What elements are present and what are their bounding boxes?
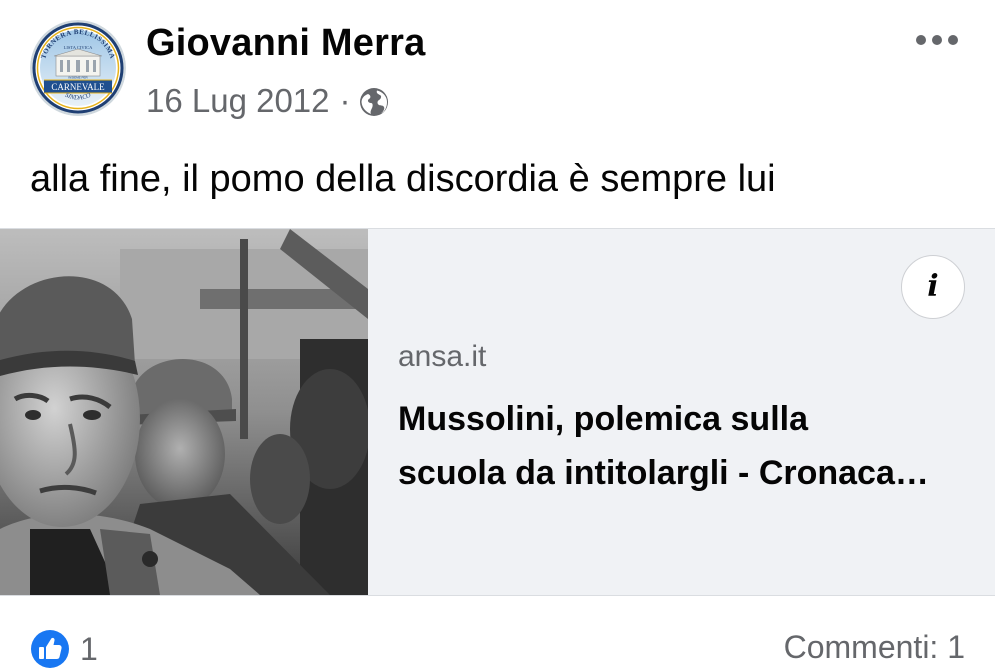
- post-text: alla fine, il pomo della discordia è sem…: [30, 158, 776, 200]
- link-domain: ansa.it: [398, 340, 487, 373]
- link-title: Mussolini, polemica sulla scuola da inti…: [398, 392, 968, 500]
- reactions-summary[interactable]: 1: [30, 627, 98, 670]
- link-title-line: scuola da intitolargli - Cronaca…: [398, 454, 929, 492]
- info-icon: i: [927, 269, 939, 304]
- post-meta: 16 Lug 2012 ·: [146, 81, 389, 121]
- more-options-icon: [916, 35, 958, 45]
- globe-icon: [359, 87, 389, 117]
- like-count: 1: [80, 630, 98, 667]
- more-options-button[interactable]: [907, 18, 967, 62]
- post: TORNERA BELLISSIMA LISTA CIVICA INSIEME …: [0, 0, 995, 670]
- info-button[interactable]: i: [901, 255, 965, 319]
- post-date[interactable]: 16 Lug 2012: [146, 82, 330, 120]
- photo-thumbnail: [0, 229, 368, 595]
- logo-banner-text: CARNEVALE: [51, 82, 105, 92]
- link-preview-card[interactable]: i ansa.it Mussolini, polemica sulla scuo…: [0, 228, 995, 596]
- link-title-line: Mussolini, polemica sulla: [398, 400, 808, 438]
- comments-count[interactable]: Commenti: 1: [784, 629, 965, 666]
- campaign-logo-icon: TORNERA BELLISSIMA LISTA CIVICA INSIEME …: [30, 20, 126, 116]
- logo-small-text: INSIEME PER: [68, 76, 88, 80]
- like-icon: [31, 630, 69, 668]
- author-name[interactable]: Giovanni Merra: [146, 22, 425, 65]
- author-avatar[interactable]: TORNERA BELLISSIMA LISTA CIVICA INSIEME …: [30, 20, 126, 116]
- meta-separator: ·: [339, 82, 351, 119]
